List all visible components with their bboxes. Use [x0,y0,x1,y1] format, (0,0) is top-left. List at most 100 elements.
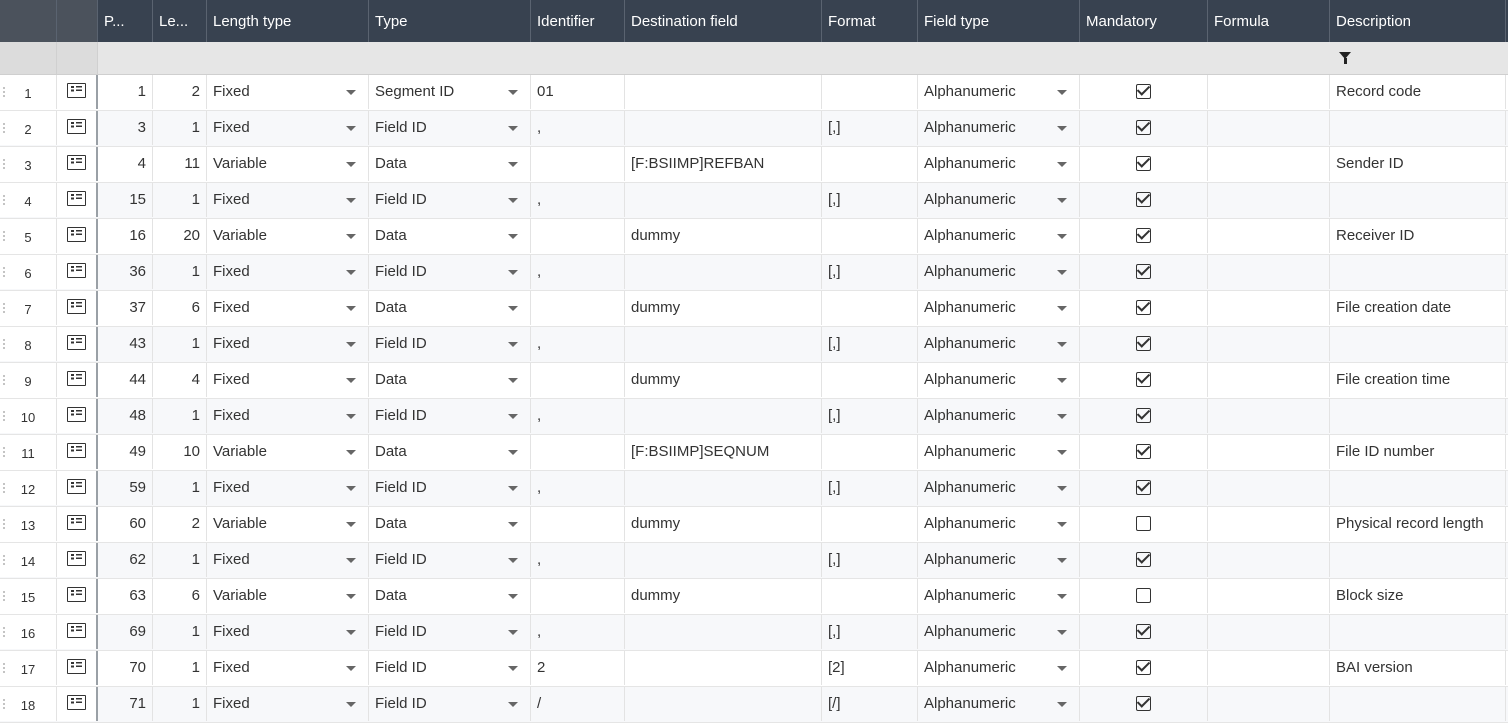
drag-handle-icon[interactable] [3,410,5,423]
column-header-length[interactable]: Le... [153,0,207,42]
cell-format[interactable] [822,507,918,541]
cell-type[interactable]: Data [369,507,531,541]
table-row[interactable]: 11 49 10 Variable Data [F:BSIIMP]SEQNUM Alphan… [0,435,1508,471]
mandatory-checkbox[interactable] [1136,120,1151,135]
chevron-down-icon[interactable] [346,414,356,419]
row-detail-cell[interactable] [57,687,98,721]
cell-description[interactable]: Physical record length [1330,507,1506,541]
cell-position[interactable]: 4 [98,147,153,181]
table-row[interactable]: 12 59 1 Fixed Field ID, [,] Alphanumeric [0,471,1508,507]
row-detail-icon[interactable] [67,551,86,566]
chevron-down-icon[interactable] [346,270,356,275]
cell-identifier[interactable]: 01 [531,75,625,109]
cell-identifier[interactable] [531,219,625,253]
column-header-mandatory[interactable]: Mandatory [1080,0,1208,42]
chevron-down-icon[interactable] [508,198,518,203]
row-detail-icon[interactable] [67,407,86,422]
row-detail-cell[interactable] [57,435,98,469]
cell-length-type[interactable]: Fixed [207,615,369,649]
cell-length-type[interactable]: Variable [207,579,369,613]
cell-field-type[interactable]: Alphanumeric [918,651,1080,685]
cell-formula[interactable] [1208,291,1330,325]
filter-cell-type[interactable] [369,42,531,74]
row-detail-icon[interactable] [67,191,86,206]
cell-field-type[interactable]: Alphanumeric [918,147,1080,181]
cell-formula[interactable] [1208,399,1330,433]
row-detail-cell[interactable] [57,327,98,361]
cell-identifier[interactable]: , [531,183,625,217]
cell-identifier[interactable] [531,291,625,325]
cell-length-type[interactable]: Variable [207,219,369,253]
cell-description[interactable]: File creation time [1330,363,1506,397]
row-detail-cell[interactable] [57,471,98,505]
chevron-down-icon[interactable] [508,342,518,347]
column-header-position[interactable]: P... [98,0,153,42]
cell-field-type[interactable]: Alphanumeric [918,219,1080,253]
cell-type[interactable]: Data [369,363,531,397]
cell-position[interactable]: 1 [98,75,153,109]
row-detail-icon[interactable] [67,479,86,494]
chevron-down-icon[interactable] [508,486,518,491]
cell-length[interactable]: 1 [153,615,207,649]
mandatory-checkbox[interactable] [1136,228,1151,243]
cell-type[interactable]: Data [369,219,531,253]
drag-handle-icon[interactable] [3,446,5,459]
cell-length[interactable]: 1 [153,255,207,289]
row-detail-icon[interactable] [67,371,86,386]
cell-field-type[interactable]: Alphanumeric [918,471,1080,505]
row-detail-icon[interactable] [67,263,86,278]
cell-format[interactable] [822,75,918,109]
chevron-down-icon[interactable] [1057,306,1067,311]
chevron-down-icon[interactable] [1057,594,1067,599]
chevron-down-icon[interactable] [346,342,356,347]
chevron-down-icon[interactable] [1057,522,1067,527]
cell-format[interactable]: [,] [822,111,918,145]
cell-identifier[interactable]: , [531,471,625,505]
cell-format[interactable]: [/] [822,687,918,721]
cell-identifier[interactable]: / [531,687,625,721]
cell-length-type[interactable]: Fixed [207,543,369,577]
filter-cell-mandatory[interactable] [1080,42,1208,74]
cell-length[interactable]: 1 [153,327,207,361]
table-row[interactable]: 2 3 1 Fixed Field ID, [,] Alphanumeric [0,111,1508,147]
table-row[interactable]: 10 48 1 Fixed Field ID, [,] Alphanumeric [0,399,1508,435]
mandatory-checkbox[interactable] [1136,480,1151,495]
drag-handle-icon[interactable] [3,158,5,171]
cell-format[interactable]: [,] [822,399,918,433]
chevron-down-icon[interactable] [346,558,356,563]
column-header-formula[interactable]: Formula [1208,0,1330,42]
cell-length-type[interactable]: Fixed [207,75,369,109]
table-row[interactable]: 3 4 11 Variable Data [F:BSIIMP]REFBAN Alphanum… [0,147,1508,183]
cell-destination[interactable]: dummy [625,291,822,325]
cell-length[interactable]: 6 [153,579,207,613]
cell-position[interactable]: 71 [98,687,153,721]
table-row[interactable]: 6 36 1 Fixed Field ID, [,] Alphanumeric [0,255,1508,291]
chevron-down-icon[interactable] [1057,450,1067,455]
table-row[interactable]: 4 15 1 Fixed Field ID, [,] Alphanumeric [0,183,1508,219]
chevron-down-icon[interactable] [1057,198,1067,203]
chevron-down-icon[interactable] [346,126,356,131]
cell-position[interactable]: 36 [98,255,153,289]
cell-length-type[interactable]: Fixed [207,471,369,505]
row-detail-icon[interactable] [67,83,86,98]
cell-position[interactable]: 48 [98,399,153,433]
row-detail-cell[interactable] [57,255,98,289]
cell-length[interactable]: 1 [153,651,207,685]
cell-formula[interactable] [1208,219,1330,253]
cell-identifier[interactable]: , [531,399,625,433]
row-detail-icon[interactable] [67,659,86,674]
cell-type[interactable]: Field ID [369,183,531,217]
cell-identifier[interactable]: 2 [531,651,625,685]
cell-length-type[interactable]: Fixed [207,291,369,325]
cell-field-type[interactable]: Alphanumeric [918,111,1080,145]
mandatory-checkbox[interactable] [1136,408,1151,423]
cell-length[interactable]: 6 [153,291,207,325]
cell-identifier[interactable] [531,147,625,181]
chevron-down-icon[interactable] [1057,126,1067,131]
row-detail-cell[interactable] [57,183,98,217]
cell-identifier[interactable]: , [531,255,625,289]
cell-position[interactable]: 60 [98,507,153,541]
cell-field-type[interactable]: Alphanumeric [918,507,1080,541]
drag-handle-icon[interactable] [3,302,5,315]
filter-cell-formula[interactable] [1208,42,1330,74]
